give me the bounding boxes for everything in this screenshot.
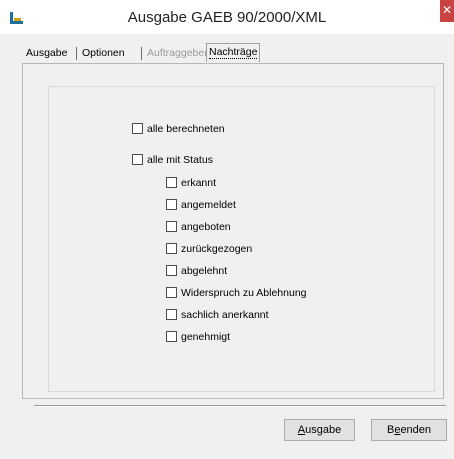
checkbox-status-angeboten[interactable]: angeboten (166, 220, 231, 233)
dialog-window: Ausgabe GAEB 90/2000/XML ✕ Ausgabe Optio… (0, 0, 454, 459)
checkbox-label: angeboten (181, 220, 231, 233)
window-title: Ausgabe GAEB 90/2000/XML (127, 9, 327, 26)
checkbox-status-abgelehnt[interactable]: abgelehnt (166, 264, 227, 277)
tab-auftraggeber[interactable]: Auftraggeber (147, 45, 208, 61)
checkbox-label: alle mit Status (147, 153, 213, 166)
ausgabe-button[interactable]: Ausgabe (284, 419, 355, 441)
tab-nachtraege[interactable]: Nachträge (206, 43, 261, 62)
checkbox-label: genehmigt (181, 330, 231, 343)
close-icon: ✕ (441, 3, 453, 17)
close-button[interactable]: ✕ (440, 0, 454, 22)
checkbox-label: erkannt (181, 176, 217, 189)
checkbox-status-erkannt[interactable]: erkannt (166, 176, 216, 189)
tab-label: Ausgabe (26, 47, 68, 59)
button-label: usgabe (305, 424, 342, 436)
tab-label: Auftraggeber (147, 47, 208, 59)
checkbox-label: Widerspruch zu Ablehnung (181, 286, 307, 299)
tab-label: Optionen (82, 47, 125, 59)
title-bar: Ausgabe GAEB 90/2000/XML ✕ (0, 0, 454, 34)
checkbox-label: alle berechneten (147, 122, 225, 135)
tab-optionen[interactable]: Optionen (82, 45, 125, 61)
checkbox-status-widerspruch[interactable]: Widerspruch zu Ablehnung (166, 286, 307, 299)
checkbox-label: abgelehnt (181, 264, 228, 277)
checkbox-box[interactable] (166, 243, 177, 254)
checkbox-alle-mit-status[interactable]: alle mit Status (132, 153, 213, 166)
checkbox-status-genehmigt[interactable]: genehmigt (166, 330, 230, 343)
tab-separator (141, 47, 142, 60)
checkbox-label: sachlich anerkannt (181, 308, 269, 321)
beenden-button[interactable]: Beenden (371, 419, 447, 441)
checkbox-box[interactable] (166, 309, 177, 320)
checkbox-box[interactable] (166, 199, 177, 210)
checkbox-alle-berechneten[interactable]: alle berechneten (132, 122, 225, 135)
tab-label: Nachträge (209, 46, 258, 59)
checkbox-status-angemeldet[interactable]: angemeldet (166, 198, 236, 211)
checkbox-box[interactable] (166, 287, 177, 298)
checkbox-box[interactable] (132, 154, 143, 165)
tab-separator (76, 47, 77, 60)
button-label: enden (400, 424, 432, 436)
checkbox-box[interactable] (166, 265, 177, 276)
checkbox-label: zurückgezogen (181, 242, 253, 255)
checkbox-box[interactable] (132, 123, 143, 134)
checkbox-label: angemeldet (181, 198, 236, 211)
checkbox-status-zurueckgezogen[interactable]: zurückgezogen (166, 242, 252, 255)
checkbox-status-sachlich-anerkannt[interactable]: sachlich anerkannt (166, 308, 269, 321)
checkbox-box[interactable] (166, 177, 177, 188)
checkbox-box[interactable] (166, 331, 177, 342)
tab-ausgabe[interactable]: Ausgabe (26, 45, 67, 61)
footer-divider (34, 405, 446, 407)
checkbox-box[interactable] (166, 221, 177, 232)
options-group: alle berechneten alle mit Status erkannt… (48, 86, 435, 392)
